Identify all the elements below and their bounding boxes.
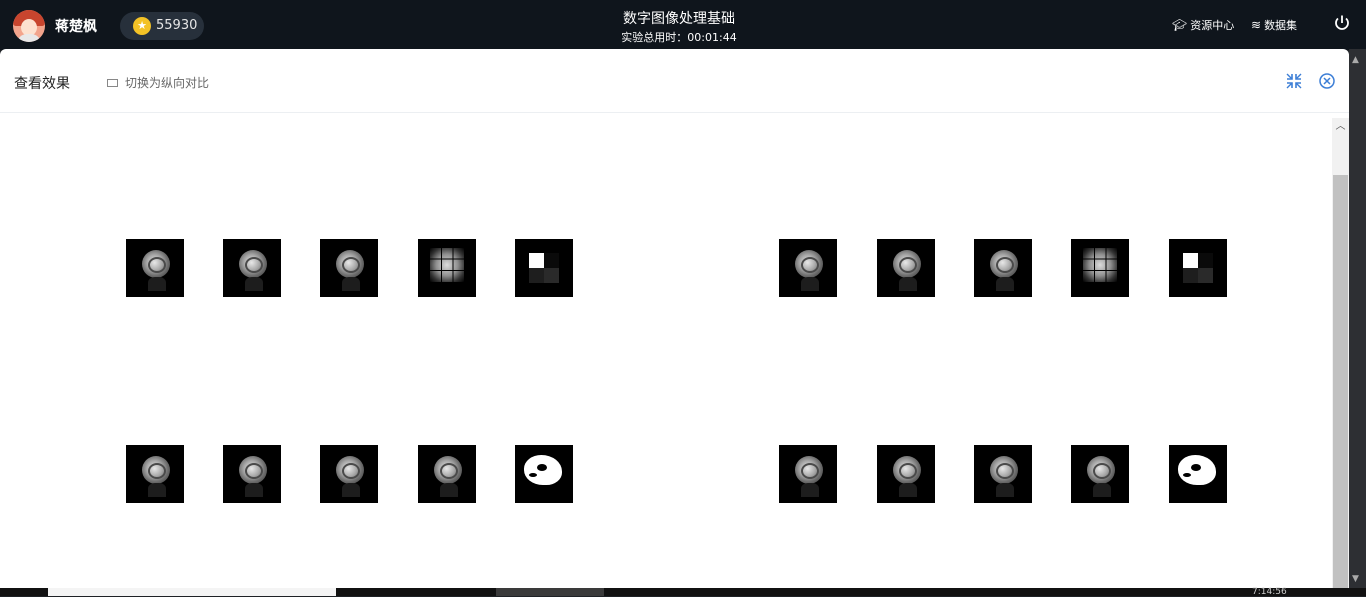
collapse-icon[interactable] (1285, 72, 1303, 90)
user-name[interactable]: 蒋楚枫 (55, 16, 97, 36)
user-avatar[interactable] (13, 10, 45, 42)
close-circle-icon[interactable] (1318, 72, 1336, 90)
dialog-header: 查看效果 切换为纵向对比 (0, 49, 1349, 113)
dialog-scrollbar[interactable]: ︿ (1332, 118, 1349, 596)
scroll-thumb[interactable] (1333, 175, 1348, 596)
resource-center-link[interactable]: 🎓︎ 资源中心 (1172, 17, 1234, 33)
top-bar: 蒋楚枫 ★ 55930 数字图像处理基础 实验总用时：00:01:44 🎓︎ 资源… (0, 0, 1366, 50)
result-image (126, 239, 184, 297)
dialog-title: 查看效果 (14, 76, 70, 92)
result-image (779, 239, 837, 297)
dataset-link[interactable]: ≋ 数据集 (1251, 17, 1297, 33)
power-icon[interactable] (1333, 14, 1351, 32)
result-image (320, 239, 378, 297)
result-image (223, 239, 281, 297)
result-image (126, 445, 184, 503)
graduation-cap-icon: 🎓︎ (1172, 18, 1188, 32)
pixelated-image (1071, 239, 1129, 297)
result-image (974, 445, 1032, 503)
taskbar-window[interactable] (496, 588, 604, 596)
coin-value: 55930 (156, 18, 198, 33)
result-image (877, 239, 935, 297)
result-image (223, 445, 281, 503)
coin-icon: ★ (133, 17, 151, 35)
page-scroll-down-icon[interactable]: ▼ (1352, 574, 1359, 584)
taskbar-window[interactable] (48, 588, 336, 596)
result-image (779, 445, 837, 503)
switch-vertical-label: 切换为纵向对比 (125, 76, 210, 90)
layout-icon (107, 79, 118, 87)
page-title: 数字图像处理基础 (623, 11, 735, 27)
result-image (877, 445, 935, 503)
comparison-area (0, 114, 1332, 596)
result-image (418, 445, 476, 503)
page-scroll-up-icon[interactable]: ▲ (1352, 55, 1359, 65)
dct-block-image (515, 239, 573, 297)
result-image (1071, 445, 1129, 503)
view-effect-dialog: 查看效果 切换为纵向对比 ︿ (0, 49, 1349, 596)
taskbar-clock: 7:14:56 (1252, 587, 1287, 597)
chevron-up-icon[interactable]: ︿ (1332, 118, 1349, 136)
dct-block-image (1169, 239, 1227, 297)
binary-image (515, 445, 573, 503)
resource-center-label: 资源中心 (1190, 19, 1235, 32)
pixelated-image (418, 239, 476, 297)
result-image (974, 239, 1032, 297)
coin-balance: ★ 55930 (120, 12, 204, 40)
result-image (320, 445, 378, 503)
layers-icon: ≋ (1251, 18, 1262, 32)
binary-image (1169, 445, 1227, 503)
experiment-timer: 实验总用时：00:01:44 (621, 31, 737, 44)
switch-vertical-button[interactable]: 切换为纵向对比 (107, 74, 209, 91)
dataset-label: 数据集 (1264, 19, 1298, 32)
taskbar: 7:14:56 (0, 587, 1366, 597)
page-scrollbar[interactable] (1349, 49, 1366, 588)
